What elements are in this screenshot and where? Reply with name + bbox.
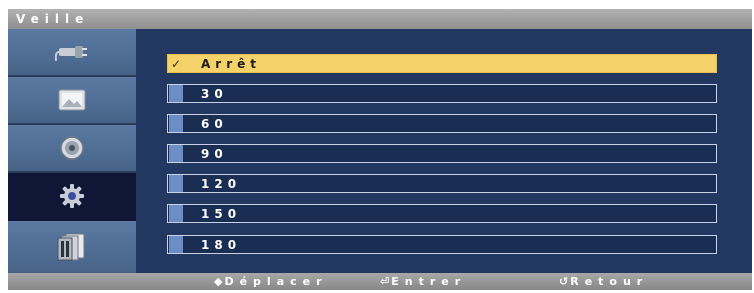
hint-return: ↺ Retour: [559, 273, 648, 290]
move-icon: ◆: [214, 275, 223, 288]
osd-menu: Veille ✓ Arrêt 30 60 90 120 150 180 ◆ Dé…: [8, 9, 752, 290]
option-label: 120: [201, 176, 242, 191]
option-label: 30: [201, 86, 228, 101]
sidebar-item-picture[interactable]: [8, 77, 136, 125]
options-panel: ✓ Arrêt 30 60 90 120 150 180: [136, 29, 752, 273]
sidebar-item-input[interactable]: [8, 29, 136, 77]
help-bar: ◆ Déplacer ⏎ Entrer ↺ Retour: [8, 273, 752, 290]
option-label: 150: [201, 206, 242, 221]
option-150[interactable]: 150: [167, 204, 717, 223]
option-off[interactable]: ✓ Arrêt: [167, 54, 717, 73]
hint-enter-label: Entrer: [391, 275, 467, 288]
sidebar-item-setup[interactable]: [8, 173, 136, 221]
option-label: 90: [201, 146, 228, 161]
hint-move: ◆ Déplacer: [214, 273, 328, 290]
hint-enter: ⏎ Entrer: [380, 273, 466, 290]
menu-title: Veille: [8, 9, 752, 29]
option-120[interactable]: 120: [167, 174, 717, 193]
option-60[interactable]: 60: [167, 114, 717, 133]
option-180[interactable]: 180: [167, 235, 717, 254]
hint-return-label: Retour: [570, 275, 649, 288]
option-marker: [169, 205, 183, 222]
selected-check-icon: ✓: [169, 55, 183, 72]
option-marker: [169, 145, 183, 162]
sidebar: [8, 29, 136, 273]
multi-window-icon: [57, 233, 85, 261]
option-label: 180: [201, 237, 242, 252]
speaker-icon: [60, 136, 84, 160]
option-30[interactable]: 30: [167, 84, 717, 103]
option-marker: [169, 85, 183, 102]
option-90[interactable]: 90: [167, 144, 717, 163]
gear-icon: [60, 184, 84, 208]
input-plug-icon: [55, 46, 87, 62]
option-label: Arrêt: [201, 56, 261, 71]
picture-icon: [58, 89, 86, 111]
hint-move-label: Déplacer: [224, 275, 328, 288]
sidebar-item-sound[interactable]: [8, 125, 136, 173]
return-icon: ↺: [559, 275, 569, 288]
enter-icon: ⏎: [380, 275, 390, 288]
option-marker: [169, 236, 183, 253]
sidebar-item-multi-window[interactable]: [8, 221, 136, 273]
option-marker: [169, 175, 183, 192]
option-label: 60: [201, 116, 228, 131]
option-marker: [169, 115, 183, 132]
